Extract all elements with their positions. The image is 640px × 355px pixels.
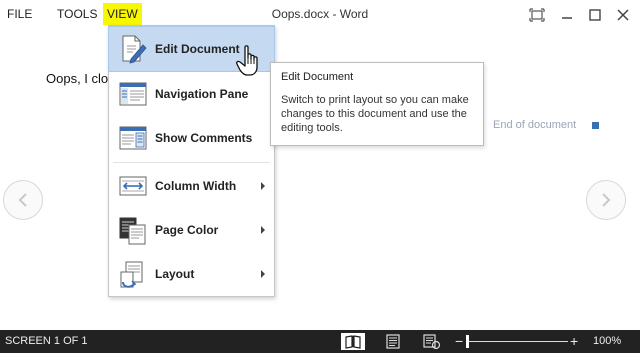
previous-page-button[interactable] — [3, 180, 43, 220]
end-of-document-marker — [592, 122, 599, 129]
file-menu-tab[interactable]: FILE — [7, 0, 32, 29]
status-bar: SCREEN 1 OF 1 − + 100% — [0, 330, 640, 353]
menu-item-label: Page Color — [155, 223, 219, 237]
end-of-document-label: End of document — [493, 119, 577, 131]
print-layout-icon[interactable] — [381, 333, 405, 350]
menu-item-label: Show Comments — [155, 131, 253, 145]
chevron-right-icon — [261, 182, 265, 190]
menu-item-label: Layout — [155, 267, 195, 281]
menu-separator — [113, 162, 270, 163]
hand-cursor-icon — [235, 44, 265, 78]
screen-count: SCREEN 1 OF 1 — [5, 335, 88, 347]
menu-item-show-comments[interactable]: Show Comments — [109, 116, 274, 160]
menu-item-label: Edit Document — [155, 42, 240, 56]
menu-item-layout[interactable]: Layout — [109, 252, 274, 296]
fullscreen-icon[interactable] — [528, 6, 546, 24]
view-menu-tab[interactable]: VIEW — [103, 3, 142, 25]
close-icon[interactable] — [614, 6, 632, 24]
show-comments-icon — [118, 122, 148, 154]
navigation-pane-icon — [118, 78, 148, 110]
next-page-button[interactable] — [586, 180, 626, 220]
chevron-right-icon — [602, 193, 611, 207]
chevron-left-icon — [18, 193, 27, 207]
menu-item-page-color[interactable]: Page Color — [109, 208, 274, 252]
page-color-icon — [118, 214, 148, 246]
edit-document-tooltip: Edit Document Switch to print layout so … — [270, 62, 484, 146]
layout-icon — [118, 258, 148, 290]
zoom-level[interactable]: 100% — [593, 330, 621, 353]
menu-item-navigation-pane[interactable]: Navigation Pane — [109, 72, 274, 116]
title-bar: Oops.docx - Word FILE TOOLS VIEW — [0, 0, 640, 29]
chevron-right-icon — [261, 226, 265, 234]
menu-item-column-width[interactable]: Column Width — [109, 164, 274, 208]
read-mode-icon[interactable] — [341, 333, 365, 350]
minimize-icon[interactable] — [558, 6, 576, 24]
zoom-out-button[interactable]: − — [455, 330, 463, 353]
chevron-right-icon — [261, 270, 265, 278]
web-layout-icon[interactable] — [419, 333, 443, 350]
zoom-in-button[interactable]: + — [570, 330, 578, 353]
tools-menu-tab[interactable]: TOOLS — [57, 0, 97, 29]
tooltip-title: Edit Document — [281, 71, 354, 83]
column-width-icon — [118, 170, 148, 202]
zoom-slider-thumb[interactable] — [466, 335, 469, 348]
maximize-icon[interactable] — [586, 6, 604, 24]
edit-document-icon — [118, 33, 148, 65]
document-body-text: Oops, I clo — [46, 71, 109, 86]
menu-item-label: Navigation Pane — [155, 87, 249, 101]
tooltip-description: Switch to print layout so you can make c… — [281, 94, 469, 134]
menu-item-label: Column Width — [155, 179, 237, 193]
zoom-slider-track[interactable] — [466, 341, 568, 342]
